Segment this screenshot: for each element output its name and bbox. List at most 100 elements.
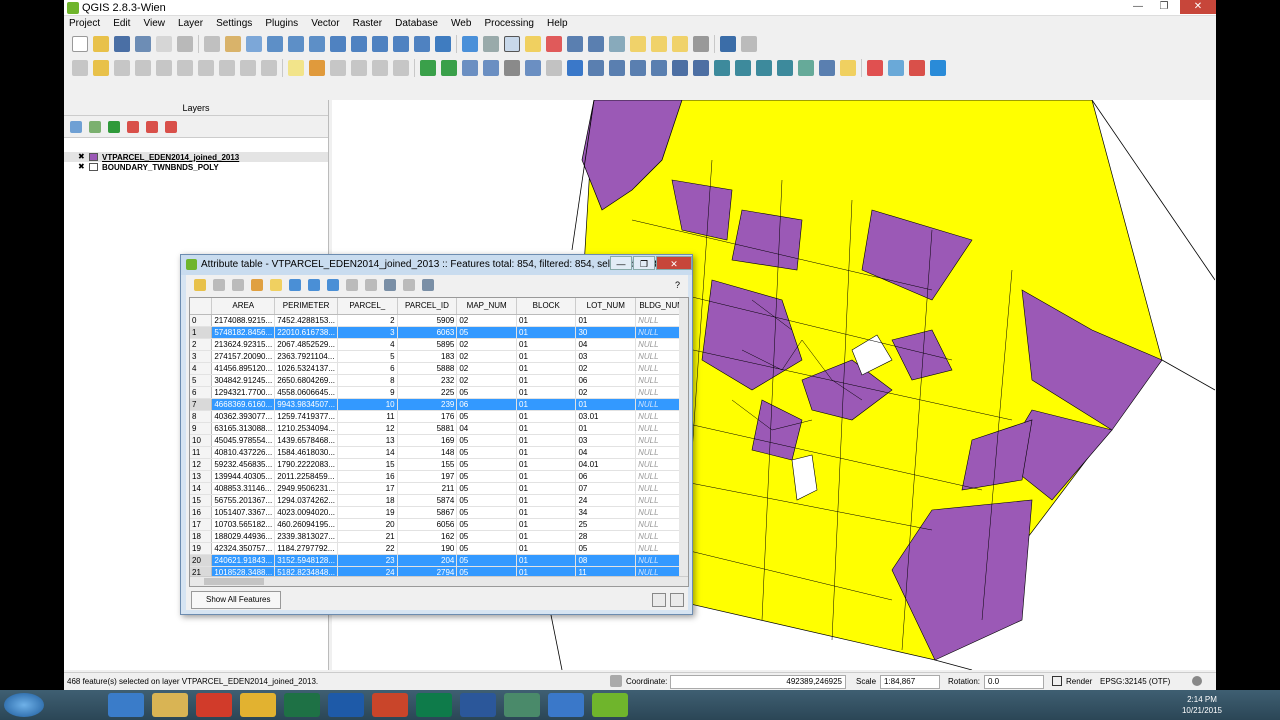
heatmap-icon[interactable] — [909, 60, 925, 76]
table-cell[interactable]: 02 — [456, 362, 518, 375]
table-cell[interactable]: 03 — [575, 350, 637, 363]
table-cell[interactable]: 211 — [397, 482, 458, 495]
table-view-icon[interactable] — [652, 593, 666, 607]
rotate-point-icon[interactable] — [735, 60, 751, 76]
powerpoint-icon[interactable] — [372, 693, 408, 717]
layer-visibility-checkbox[interactable]: ✖ — [78, 153, 86, 161]
zoom-out-icon[interactable] — [288, 36, 304, 52]
table-cell[interactable]: 02 — [575, 386, 637, 399]
row-header[interactable]: 1 — [190, 326, 213, 339]
table-cell[interactable]: 23 — [337, 554, 398, 567]
zoom-to-layer-icon[interactable] — [372, 36, 388, 52]
row-header[interactable]: 6 — [190, 386, 213, 399]
row-header[interactable]: 8 — [190, 410, 213, 423]
table-cell[interactable]: 03 — [575, 434, 637, 447]
table-cell[interactable]: 176 — [397, 410, 458, 423]
whats-this-icon[interactable] — [741, 36, 757, 52]
python-console-icon[interactable] — [567, 60, 583, 76]
row-header[interactable]: 13 — [190, 470, 213, 483]
layer-item-vtparcel[interactable]: ✖ VTPARCEL_EDEN2014_joined_2013 — [64, 152, 328, 162]
zoom-to-selected-icon[interactable] — [327, 279, 339, 291]
identify-icon[interactable] — [462, 36, 478, 52]
simplify-icon[interactable] — [672, 60, 688, 76]
table-cell[interactable]: 45045.978554... — [211, 434, 276, 447]
zoom-actual-icon[interactable] — [309, 36, 325, 52]
table-cell[interactable]: 04 — [575, 446, 637, 459]
table-cell[interactable]: 05 — [456, 386, 518, 399]
menu-plugins[interactable]: Plugins — [260, 16, 303, 29]
row-header[interactable]: 2 — [190, 338, 213, 351]
delete-selected-icon[interactable] — [232, 279, 244, 291]
table-row[interactable]: 1 5748182.8456... 22010.616738... 3 6063 05 01… — [190, 326, 688, 339]
table-cell[interactable]: 59232.456835... — [211, 458, 276, 471]
menu-help[interactable]: Help — [542, 16, 573, 29]
table-row[interactable]: 6 1294321.7700... 4558.0606645... 9 225 05 01 0… — [190, 386, 688, 399]
arcgis-icon[interactable] — [504, 693, 540, 717]
label-icon[interactable] — [288, 60, 304, 76]
column-header[interactable]: BLOCK — [516, 298, 577, 315]
filter-legend-icon[interactable] — [108, 120, 120, 133]
delete-selected-icon[interactable] — [198, 60, 214, 76]
open-layer-styling-icon[interactable] — [70, 120, 82, 133]
table-cell[interactable]: 232 — [397, 374, 458, 387]
table-cell[interactable]: 12 — [337, 422, 398, 435]
table-cell[interactable]: 4023.0094020... — [274, 506, 339, 519]
table-cell[interactable]: 1790.2222083... — [274, 458, 339, 471]
table-cell[interactable]: 02 — [456, 314, 518, 327]
table-cell[interactable]: 22010.616738... — [274, 326, 339, 339]
print-composer-icon[interactable] — [156, 36, 172, 52]
reshape-icon[interactable] — [651, 60, 667, 76]
table-cell[interactable]: 148 — [397, 446, 458, 459]
column-header[interactable]: PERIMETER — [274, 298, 339, 315]
table-row[interactable]: 8 40362.393077... 1259.7419377... 11 176 05 01… — [190, 410, 688, 423]
table-cell[interactable]: 02 — [456, 338, 518, 351]
table-cell[interactable]: 4 — [337, 338, 398, 351]
save-as-icon[interactable] — [135, 36, 151, 52]
copy-rows-icon[interactable] — [346, 279, 358, 291]
toggle-editing-icon[interactable] — [194, 279, 206, 291]
table-cell[interactable]: 2339.3813027... — [274, 530, 339, 543]
table-cell[interactable]: 42324.350757... — [211, 542, 276, 555]
help-icon[interactable] — [720, 36, 736, 52]
table-cell[interactable]: 06 — [575, 374, 637, 387]
paste-features-icon[interactable] — [365, 279, 377, 291]
select-features-icon[interactable] — [504, 36, 520, 52]
table-cell[interactable]: 28 — [575, 530, 637, 543]
show-hide-labels-icon[interactable] — [330, 60, 346, 76]
table-cell[interactable]: 24 — [575, 494, 637, 507]
corner-header[interactable] — [190, 298, 213, 315]
delete-column-icon[interactable] — [403, 279, 415, 291]
table-cell[interactable]: 1051407.3367... — [211, 506, 276, 519]
system-clock[interactable]: 2:14 PM 10/21/2015 — [1182, 694, 1222, 716]
table-cell[interactable]: 2363.7921104... — [274, 350, 339, 363]
split-icon[interactable] — [609, 60, 625, 76]
publisher-icon[interactable] — [416, 693, 452, 717]
table-cell[interactable]: 1439.6578468... — [274, 434, 339, 447]
table-cell[interactable]: 01 — [516, 374, 577, 387]
zoom-next-icon[interactable] — [414, 36, 430, 52]
add-feature-icon[interactable] — [135, 60, 151, 76]
table-cell[interactable]: 2174088.9215... — [211, 314, 276, 327]
toggle-editing-icon[interactable] — [93, 60, 109, 76]
row-header[interactable]: 15 — [190, 494, 213, 507]
table-cell[interactable]: 6063 — [397, 326, 458, 339]
column-header[interactable]: AREA — [211, 298, 276, 315]
table-cell[interactable]: 04 — [456, 422, 518, 435]
table-cell[interactable]: 1584.4618030... — [274, 446, 339, 459]
row-header[interactable]: 10 — [190, 434, 213, 447]
table-cell[interactable]: 06 — [456, 398, 518, 411]
table-cell[interactable]: 30 — [575, 326, 637, 339]
row-header[interactable]: 14 — [190, 482, 213, 495]
table-cell[interactable]: 3152.5948128... — [274, 554, 339, 567]
save-edits-icon[interactable] — [213, 279, 225, 291]
table-cell[interactable]: 01 — [516, 542, 577, 555]
table-cell[interactable]: 1259.7419377... — [274, 410, 339, 423]
table-row[interactable]: 17 10703.565182... 460.26094195... 20 6056 05… — [190, 518, 688, 531]
collapse-all-icon[interactable] — [146, 120, 158, 133]
table-cell[interactable]: 1294.0374262... — [274, 494, 339, 507]
explorer-icon[interactable] — [152, 693, 188, 717]
table-cell[interactable]: 25 — [575, 518, 637, 531]
new-bookmark-icon[interactable] — [651, 36, 667, 52]
table-cell[interactable]: 05 — [456, 506, 518, 519]
table-cell[interactable]: 5748182.8456... — [211, 326, 276, 339]
